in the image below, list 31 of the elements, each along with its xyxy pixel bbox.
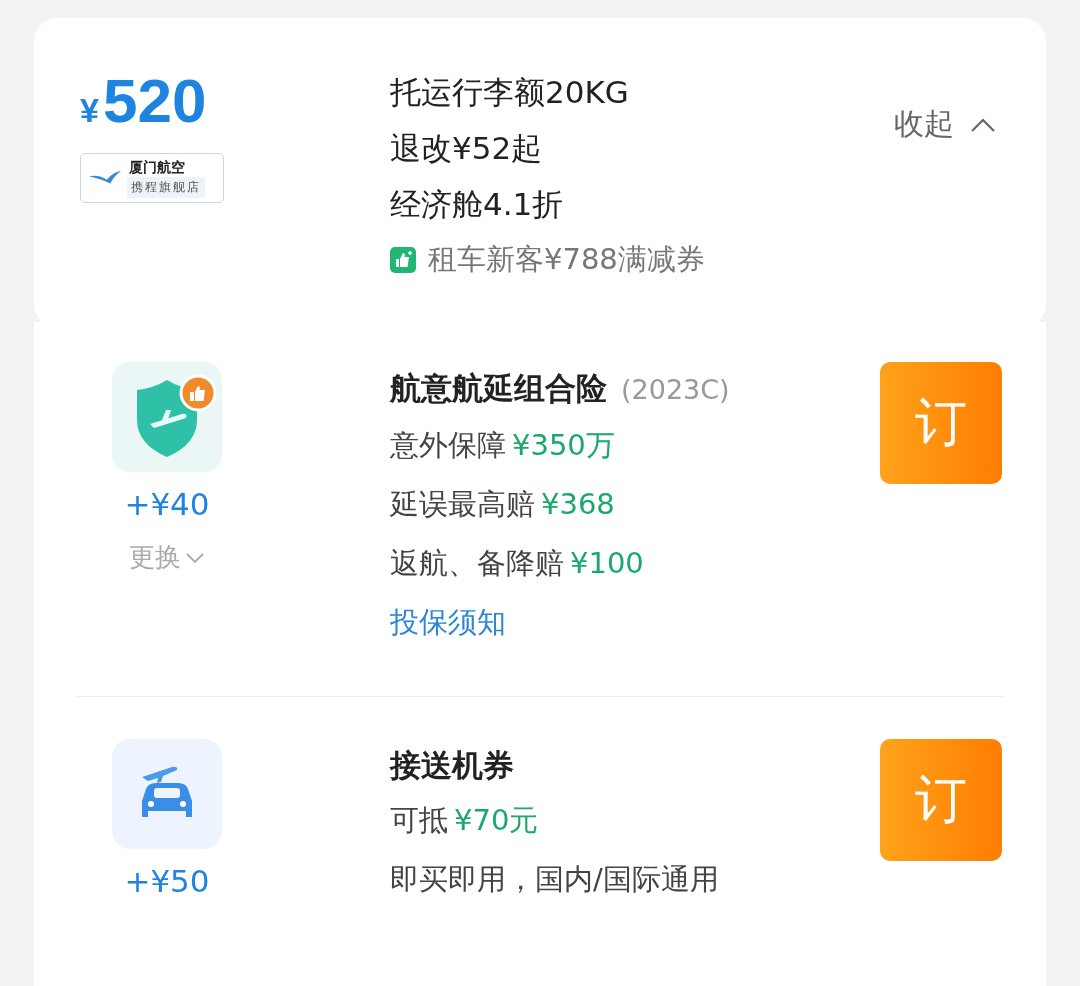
change-button[interactable]: 更换 [129, 540, 205, 575]
addon-title: 接送机券 [390, 746, 514, 785]
benefit-value: ¥100 [570, 546, 644, 580]
car-plane-icon [112, 739, 222, 849]
store-name: 携程旗舰店 [127, 176, 205, 198]
benefit-value: ¥368 [541, 487, 615, 521]
caret-icon [970, 116, 996, 133]
book-button[interactable]: 订 [880, 362, 1002, 484]
terms-link[interactable]: 投保须知 [390, 593, 880, 652]
collapse-button[interactable]: 收起 [894, 104, 996, 145]
fare-detail: 托运行李额20KG [390, 73, 629, 112]
book-button[interactable]: 订 [880, 739, 1002, 861]
benefit-label: 可抵 [390, 803, 448, 837]
addon-price: +¥50 [124, 863, 210, 899]
shield-plane-icon [112, 362, 222, 472]
chevron-down-icon [185, 551, 205, 564]
thumbs-up-icon [390, 247, 416, 273]
benefit-value: ¥350万 [512, 428, 615, 462]
benefit-value: ¥70元 [454, 803, 539, 837]
benefit-label: 返航、备降赔 [390, 546, 564, 580]
benefit-label: 即买即用，国内/国际通用 [390, 862, 719, 896]
plan-code: (2023C) [621, 373, 730, 407]
fare-detail: 退改¥52起 [390, 129, 543, 168]
fare-detail: 经济舱4.1折 [390, 185, 564, 224]
benefit-label: 意外保障 [390, 428, 506, 462]
airline-name: 厦门航空 [129, 158, 185, 177]
fare-price: ¥520 [80, 70, 208, 137]
benefit-label: 延误最高赔 [390, 487, 535, 521]
addon-title: 航意航延组合险 [390, 369, 607, 408]
coupon-text: 租车新客¥788满减券 [428, 241, 705, 278]
addon-price: +¥40 [124, 486, 210, 522]
